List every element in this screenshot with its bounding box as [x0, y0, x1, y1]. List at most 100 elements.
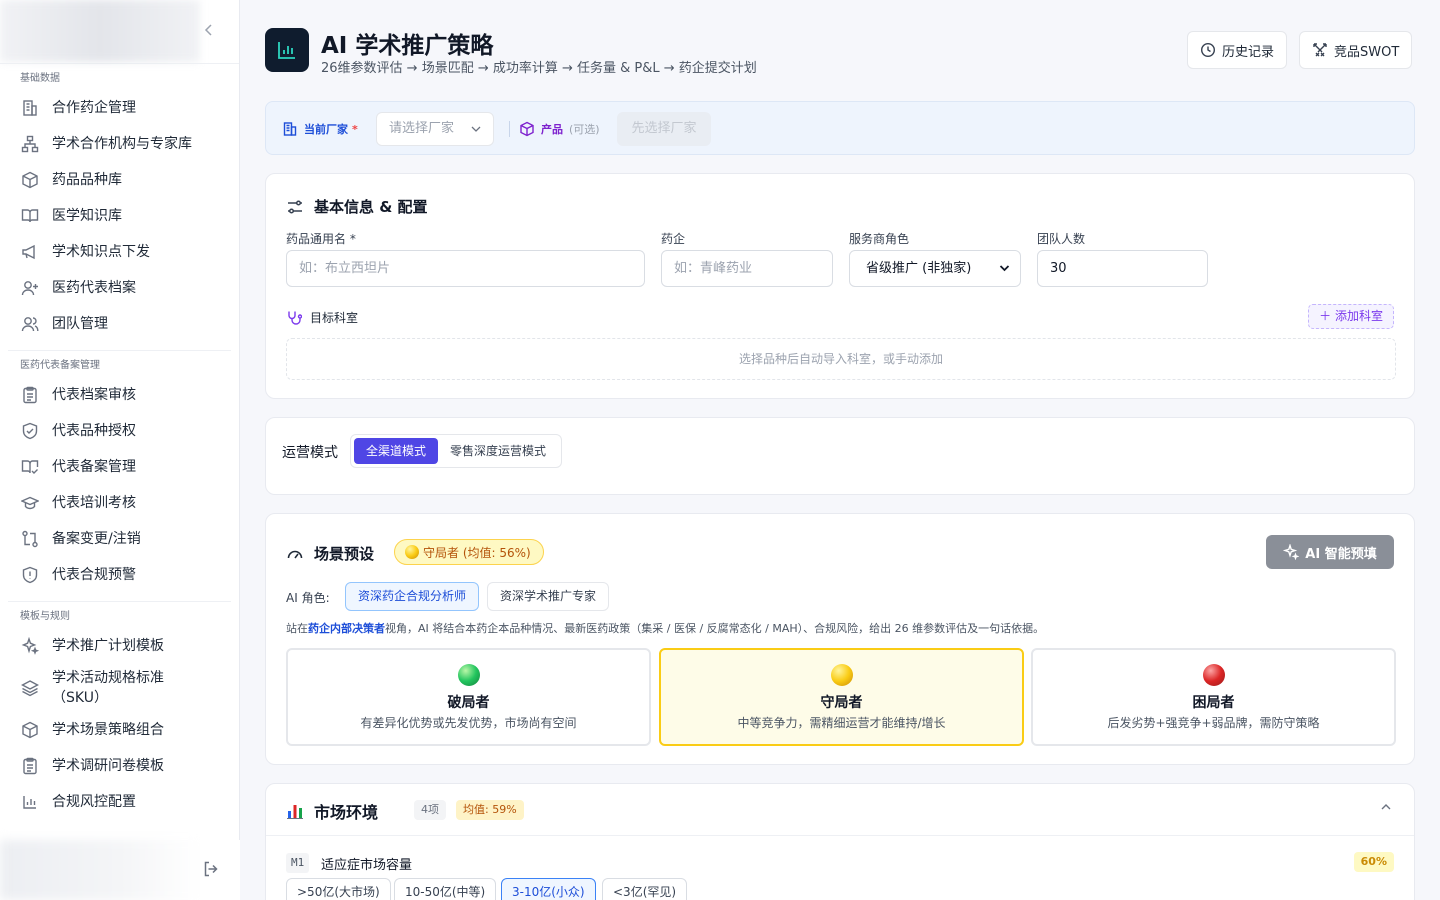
megaphone-icon — [20, 242, 40, 262]
scenario-card-name: 守局者 — [820, 695, 863, 711]
clipboard-list-icon — [20, 756, 40, 776]
sidebar-item-profile-review[interactable]: 代表档案审核 — [0, 377, 239, 413]
history-button[interactable]: 历史记录 — [1187, 31, 1288, 69]
book-check-icon — [20, 457, 40, 477]
sidebar-item-institutions[interactable]: 学术合作机构与专家库 — [0, 126, 239, 162]
param-name: 适应症市场容量 — [321, 858, 413, 873]
mode-retail-button[interactable]: 零售深度运营模式 — [438, 438, 558, 464]
bar-chart-icon — [286, 802, 304, 820]
sliders-icon — [286, 198, 304, 216]
chevron-up-icon[interactable] — [1380, 801, 1392, 816]
scenario-card-name: 困局者 — [1192, 695, 1235, 711]
sidebar-item-medical-knowledge[interactable]: 医学知识库 — [0, 198, 239, 234]
gauge-icon — [286, 545, 304, 563]
role-compliance-analyst-button[interactable]: 资深药企合规分析师 — [345, 582, 480, 611]
operation-mode-label: 运营模式 — [282, 445, 338, 461]
ai-prefill-label: AI 智能预填 — [1305, 546, 1377, 562]
scenario-card-keeper[interactable]: 守局者 中等竞争力，需精细运营才能维持/增长 — [659, 648, 1024, 746]
user-plus-icon — [20, 278, 40, 298]
ai-prefill-button[interactable]: AI 智能预填 — [1266, 535, 1394, 569]
target-dept-label-text: 目标科室 — [310, 311, 359, 325]
page-subtitle: 26维参数评估 → 场景匹配 → 成功率计算 → 任务量 & P&L → 药企提… — [321, 61, 757, 76]
sidebar-divider — [8, 350, 231, 351]
stethoscope-icon — [286, 310, 303, 326]
sidebar-item-partner-pharma[interactable]: 合作药企管理 — [0, 90, 239, 126]
role-academic-expert-button[interactable]: 资深学术推广专家 — [487, 582, 610, 611]
sidebar-item-compliance-alert[interactable]: 代表合规预警 — [0, 557, 239, 593]
sidebar-item-knowledge-dispatch[interactable]: 学术知识点下发 — [0, 234, 239, 270]
scenario-card-name: 破局者 — [447, 695, 490, 711]
sidebar-item-filing-management[interactable]: 代表备案管理 — [0, 449, 239, 485]
sidebar-item-label: 学术场景策略组合 — [52, 722, 164, 738]
logout-icon[interactable] — [202, 860, 222, 880]
vendor-label-text: 当前厂家 — [304, 123, 348, 136]
chevron-down-icon — [471, 113, 481, 159]
vendor-bar: 当前厂家 * 请选择厂家 产品 (可选) 先选择厂家 — [265, 101, 1415, 155]
sidebar-item-label: 代表合规预警 — [52, 567, 136, 583]
sidebar-item-drug-library[interactable]: 药品品种库 — [0, 162, 239, 198]
role-desc-prefix: 站在 — [286, 622, 308, 635]
box-icon — [20, 170, 40, 190]
sidebar-item-rep-profiles[interactable]: 医药代表档案 — [0, 270, 239, 306]
drug-name-label: 药品通用名 * — [286, 232, 356, 246]
ai-role-label: AI 角色: — [286, 591, 330, 605]
role-desc-highlight: 药企内部决策者 — [308, 622, 385, 635]
add-department-button[interactable]: ＋ 添加科室 — [1308, 304, 1394, 329]
sidebar-item-label: 合规风控配置 — [52, 794, 136, 810]
sidebar-item-team[interactable]: 团队管理 — [0, 306, 239, 342]
red-dot-icon — [1202, 664, 1225, 686]
service-role-label: 服务商角色 — [849, 232, 910, 246]
graduation-cap-icon — [20, 493, 40, 513]
scenario-title: 场景预设 — [286, 543, 374, 564]
scenario-card-breaker[interactable]: 破局者 有差异化优势或先发优势，市场尚有空间 — [286, 648, 651, 746]
mode-omnichannel-button[interactable]: 全渠道模式 — [354, 438, 439, 464]
drug-name-input[interactable]: 如：布立西坦片 — [286, 250, 645, 287]
basic-info-title-text: 基本信息 & 配置 — [314, 198, 428, 216]
sidebar-item-label: 学术活动规格标准（SKU） — [52, 670, 164, 706]
sidebar-item-survey-template[interactable]: 学术调研问卷模板 — [0, 748, 239, 784]
vendor-select[interactable]: 请选择厂家 — [376, 112, 494, 146]
product-select[interactable]: 先选择厂家 — [617, 112, 711, 146]
basic-info-title: 基本信息 & 配置 — [286, 196, 428, 217]
clipboard-icon — [20, 385, 40, 405]
team-size-input[interactable]: 30 — [1037, 250, 1208, 287]
avatar — [0, 840, 200, 900]
sidebar: 基础数据 合作药企管理 学术合作机构与专家库 药品品种库 医学知识库 学术知识点… — [0, 0, 240, 900]
sidebar-item-label: 学术知识点下发 — [52, 244, 150, 260]
sidebar-item-label: 代表品种授权 — [52, 423, 136, 439]
sparkles-icon — [1283, 543, 1300, 561]
param-option-button[interactable]: 3-10亿(小众) — [501, 878, 596, 900]
sidebar-item-label: 医药代表档案 — [52, 280, 136, 296]
param-option-button[interactable]: 10-50亿(中等) — [394, 878, 497, 900]
param-percent: 60% — [1353, 852, 1394, 872]
param-option-button[interactable]: <3亿(罕见) — [602, 878, 688, 900]
green-dot-icon — [457, 664, 480, 686]
page-header: AI 学术推广策略 26维参数评估 → 场景匹配 → 成功率计算 → 任务量 &… — [265, 0, 1415, 100]
sidebar-item-drug-authorization[interactable]: 代表品种授权 — [0, 413, 239, 449]
bar-chart-icon — [20, 792, 40, 812]
yellow-dot-icon — [830, 664, 853, 686]
package-icon — [519, 121, 535, 137]
param-option-button[interactable]: >50亿(大市场) — [286, 878, 391, 900]
sidebar-item-label: 合作药企管理 — [52, 100, 136, 116]
product-label-text: 产品 — [541, 123, 563, 136]
sidebar-item-risk-config[interactable]: 合规风控配置 — [0, 784, 239, 820]
sidebar-item-plan-template[interactable]: 学术推广计划模板 — [0, 628, 239, 664]
yellow-dot-icon — [405, 545, 419, 559]
building-icon — [282, 121, 298, 137]
service-role-select[interactable]: 省级推广 (非独家) — [849, 250, 1021, 287]
sidebar-item-label: 学术推广计划模板 — [52, 638, 164, 654]
building-icon — [20, 98, 40, 118]
company-input[interactable]: 如：青峰药业 — [661, 250, 833, 287]
scenario-card-trapped[interactable]: 困局者 后发劣势+强竞争+弱品牌，需防守策略 — [1031, 648, 1396, 746]
sidebar-item-filing-change[interactable]: 备案变更/注销 — [0, 521, 239, 557]
sidebar-item-scenario-strategy[interactable]: 学术场景策略组合 — [0, 712, 239, 748]
market-env-header[interactable]: 市场环境 4项 均值: 59% — [266, 784, 1414, 836]
market-env-count: 4项 — [414, 800, 446, 820]
basic-info-card: 基本信息 & 配置 药品通用名 * 如：布立西坦片 药企 如：青峰药业 服务商角… — [265, 173, 1415, 399]
swot-button[interactable]: 竞品SWOT — [1299, 31, 1413, 69]
sidebar-item-activity-sku[interactable]: 学术活动规格标准（SKU） — [0, 664, 239, 712]
clock-icon — [1200, 42, 1216, 58]
collapse-sidebar-icon[interactable] — [201, 22, 217, 42]
sidebar-item-training[interactable]: 代表培训考核 — [0, 485, 239, 521]
